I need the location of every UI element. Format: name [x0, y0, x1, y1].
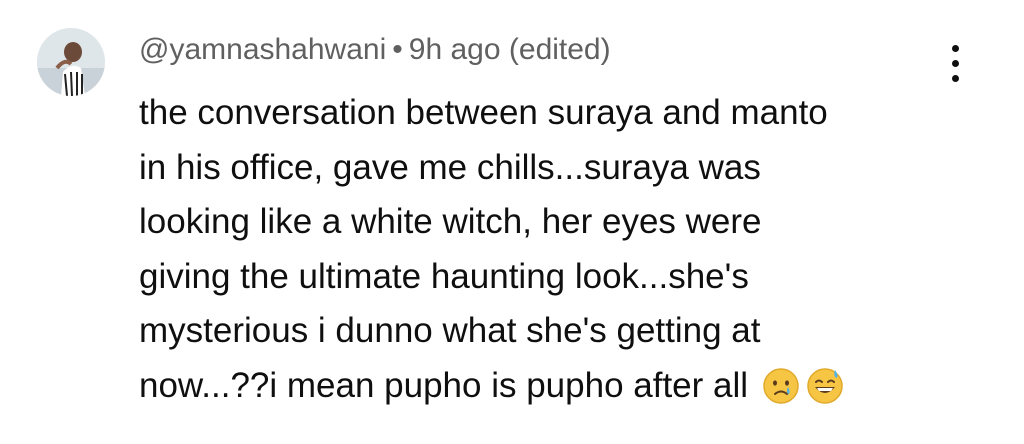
- comment-last-line: now...??i mean pupho is pupho after all: [139, 359, 959, 414]
- comment-text: the conversation between suraya and mant…: [139, 86, 959, 413]
- more-vertical-icon[interactable]: [936, 40, 976, 88]
- comment: @yamnashahwani • 9h ago (edited) the conve…: [0, 0, 1024, 444]
- comment-line: looking like a white witch, her eyes wer…: [139, 202, 762, 241]
- comment-meta: @yamnashahwani • 9h ago (edited): [139, 30, 611, 70]
- edited-label: (edited): [508, 33, 611, 66]
- avatar[interactable]: [37, 28, 105, 96]
- comment-line: in his office, gave me chills...suraya w…: [139, 147, 761, 187]
- crying-face-icon: [762, 367, 800, 405]
- author-name[interactable]: @yamnashahwani: [139, 33, 386, 66]
- meta-separator: •: [392, 33, 403, 66]
- comment-line: giving the ultimate haunting look...she'…: [139, 256, 749, 296]
- timestamp[interactable]: 9h ago: [409, 33, 501, 66]
- comment-line: the conversation between suraya and mant…: [139, 93, 828, 132]
- grinning-face-with-sweat-icon: [806, 367, 844, 405]
- comment-line: now...??i mean pupho is pupho after all: [139, 365, 749, 405]
- comment-line: mysterious i dunno what she's getting at: [139, 311, 761, 350]
